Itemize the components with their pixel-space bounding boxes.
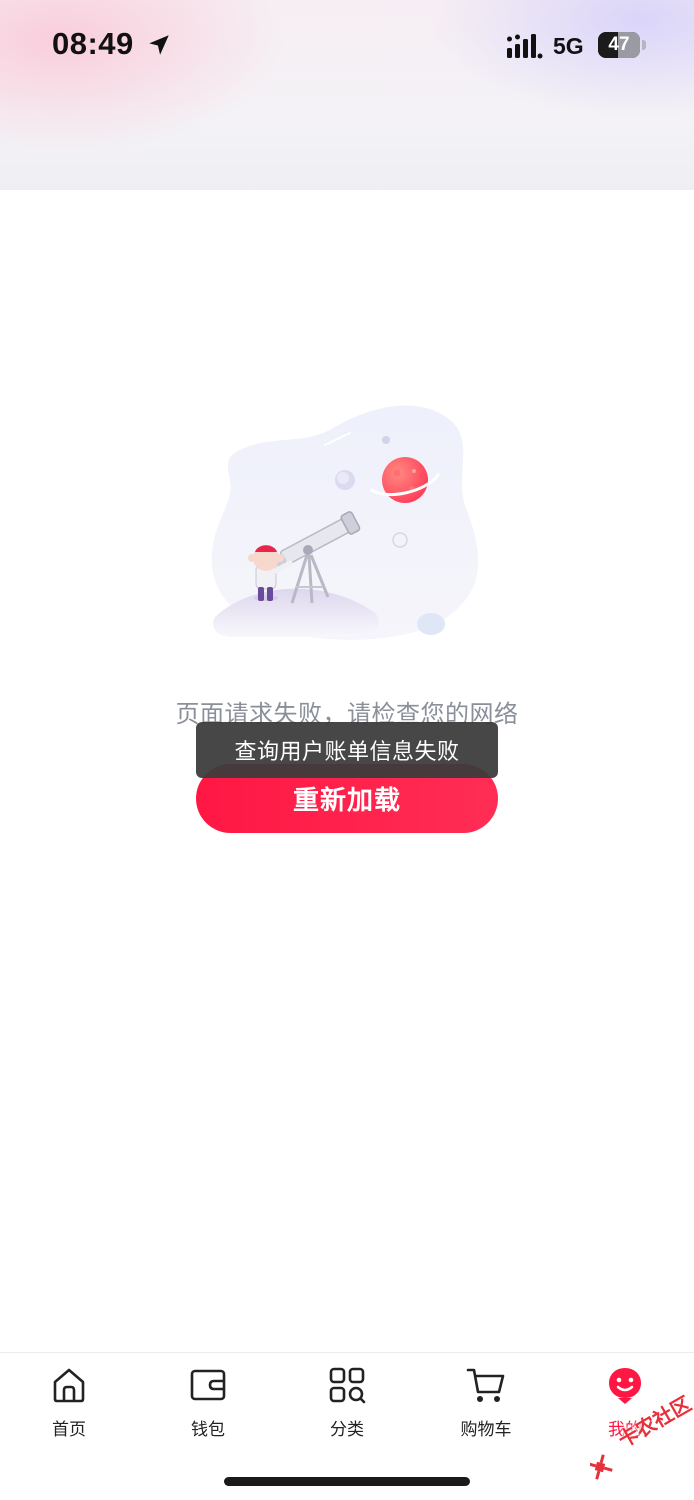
tab-label-category: 分类	[330, 1420, 364, 1440]
tab-home[interactable]: 首页	[19, 1361, 119, 1441]
signal-icon	[507, 34, 543, 59]
tab-label-cart: 购物车	[460, 1420, 512, 1440]
wallet-icon	[190, 1369, 226, 1401]
battery-indicator: 47	[598, 32, 640, 58]
home-icon	[53, 1368, 85, 1403]
tab-label-wallet: 钱包	[191, 1420, 225, 1440]
location-arrow-icon	[149, 35, 169, 55]
battery-cap	[642, 40, 646, 50]
cart-icon	[466, 1368, 505, 1402]
app-screen: 08:49 5G 47 页面请求失败，请检查您的网络 重新加载 查询用户账单信息…	[0, 0, 694, 1500]
battery-level: 47	[608, 34, 630, 55]
tab-wallet[interactable]: 钱包	[158, 1361, 258, 1441]
category-icon	[329, 1367, 366, 1404]
home-indicator[interactable]	[224, 1477, 470, 1486]
profile-icon	[609, 1368, 641, 1404]
status-time: 08:49	[52, 26, 134, 61]
network-type: 5G	[553, 33, 584, 59]
astronomer-telescope-illustration	[211, 405, 479, 640]
toast-message: 查询用户账单信息失败	[196, 722, 498, 778]
tab-label-home: 首页	[52, 1420, 86, 1440]
tab-cart[interactable]: 购物车	[436, 1361, 536, 1441]
tab-category[interactable]: 分类	[297, 1361, 397, 1441]
